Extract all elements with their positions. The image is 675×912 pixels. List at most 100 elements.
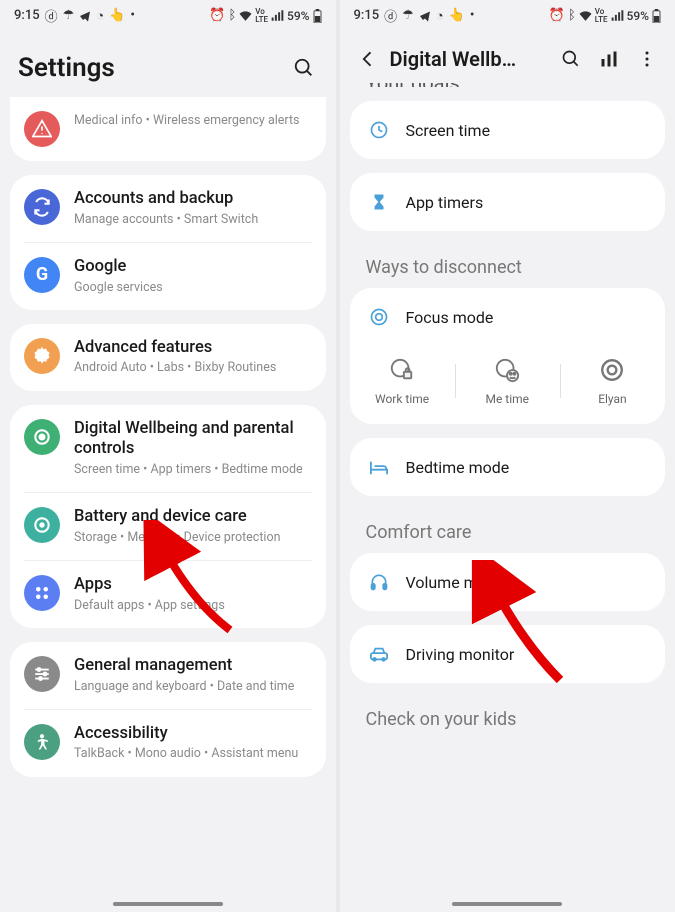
home-indicator[interactable] xyxy=(113,902,223,906)
clock-lock-icon xyxy=(388,356,416,384)
status-bar: 9:15 ⓓ ☂ ◔ 👆 • ⏰ ᛒ VoLTE 59% xyxy=(340,0,675,29)
battery-icon xyxy=(313,9,322,23)
focus-mode-options: Work time Me time Elyan xyxy=(350,346,666,424)
chart-button[interactable] xyxy=(595,45,623,73)
icon-umbrella: ☂ xyxy=(63,8,75,23)
focus-option[interactable]: Me time xyxy=(455,356,560,406)
row-subtitle: Storage • Memory • Device protection xyxy=(74,530,312,546)
icon-o: ◔ xyxy=(436,8,444,24)
wellbeing-row[interactable]: Focus mode xyxy=(350,288,666,346)
row-subtitle: Language and keyboard • Date and time xyxy=(74,679,312,695)
more-dot: • xyxy=(130,8,135,23)
row-title: General management xyxy=(74,656,312,677)
row-title: Digital Wellbeing and parental controls xyxy=(74,419,312,460)
wellbeing-row[interactable]: App timers xyxy=(350,173,666,231)
row-label: App timers xyxy=(406,193,484,212)
icon-d: ⓓ xyxy=(384,6,397,25)
section-header: Ways to disconnect xyxy=(350,245,666,288)
row-subtitle: Screen time • App timers • Bedtime mode xyxy=(74,462,312,478)
icon-d: ⓓ xyxy=(45,6,58,25)
settings-row[interactable]: Medical info • Wireless emergency alerts xyxy=(10,97,326,161)
bluetooth-icon: ᛒ xyxy=(228,8,236,23)
focus-option[interactable]: Elyan xyxy=(560,356,665,406)
google-icon: G xyxy=(24,257,60,293)
settings-row[interactable]: Advanced featuresAndroid Auto • Labs • B… xyxy=(10,324,326,391)
row-subtitle: Manage accounts • Smart Switch xyxy=(74,212,312,228)
wifi-icon xyxy=(239,11,252,21)
focus-option-label: Me time xyxy=(485,392,529,406)
more-dot: • xyxy=(470,8,475,23)
wellbeing-row[interactable]: Screen time xyxy=(350,101,666,159)
wellbeing-card: Focus mode Work time Me time Elyan xyxy=(350,288,666,424)
wellbeing-row[interactable]: Driving monitor xyxy=(350,625,666,683)
cut-header: Your goals xyxy=(350,83,666,87)
section-header: Check on your kids xyxy=(350,697,666,740)
thumb-icon: 👆 xyxy=(109,8,125,23)
row-label: Focus mode xyxy=(406,308,494,327)
icon-o: ◔ xyxy=(96,8,104,24)
settings-row[interactable]: Accounts and backup Manage accounts • Sma… xyxy=(10,175,326,242)
signal-icon xyxy=(611,10,624,21)
settings-row[interactable]: Digital Wellbeing and parental controls S… xyxy=(10,405,326,493)
wellbeing-row[interactable]: Bedtime mode xyxy=(350,438,666,496)
bed-icon xyxy=(368,456,390,478)
settings-list[interactable]: Medical info • Wireless emergency alerts… xyxy=(0,97,336,898)
row-title: Accessibility xyxy=(74,724,312,745)
battery-icon xyxy=(24,507,60,543)
headphones-icon xyxy=(368,571,390,593)
settings-row[interactable]: Battery and device care Storage • Memory … xyxy=(24,492,312,560)
clock: 9:15 xyxy=(354,8,380,23)
settings-group: Digital Wellbeing and parental controls S… xyxy=(10,405,326,628)
wellbeing-card: Screen time xyxy=(350,101,666,159)
row-subtitle: Medical info • Wireless emergency alerts xyxy=(74,113,312,129)
settings-row[interactable]: Apps Default apps • App settings xyxy=(24,560,312,628)
phone-right: 9:15 ⓓ ☂ ◔ 👆 • ⏰ ᛒ VoLTE 59% xyxy=(340,0,675,912)
wellbeing-card: Driving monitor xyxy=(350,625,666,683)
focus-option-label: Elyan xyxy=(598,392,626,406)
row-title: Accounts and backup xyxy=(74,189,312,210)
row-subtitle: Default apps • App settings xyxy=(74,598,312,614)
battery-pct: 59% xyxy=(287,9,309,23)
thumb-icon: 👆 xyxy=(449,8,465,23)
wellbeing-row[interactable]: Volume monitor xyxy=(350,553,666,611)
wellbeing-list[interactable]: Your goals Screen time App timers Ways to … xyxy=(340,83,675,898)
settings-group: Advanced featuresAndroid Auto • Labs • B… xyxy=(10,324,326,391)
page-title: Settings xyxy=(18,53,280,83)
settings-row[interactable]: AccessibilityTalkBack • Mono audio • Ass… xyxy=(24,709,312,777)
header: Settings xyxy=(0,29,336,97)
clock-icon xyxy=(368,119,390,141)
sliders-icon xyxy=(24,656,60,692)
wellbeing-card: Volume monitor xyxy=(350,553,666,611)
access-icon xyxy=(24,724,60,760)
search-button[interactable] xyxy=(557,45,585,73)
row-title: Battery and device care xyxy=(74,507,312,528)
row-label: Screen time xyxy=(406,121,491,140)
hourglass-icon xyxy=(368,191,390,213)
clock: 9:15 xyxy=(14,8,40,23)
home-indicator[interactable] xyxy=(452,902,562,906)
row-title: Apps xyxy=(74,575,312,596)
settings-group: Medical info • Wireless emergency alerts xyxy=(10,97,326,161)
alarm-icon: ⏰ xyxy=(549,8,565,23)
settings-row[interactable]: G Google Google services xyxy=(24,242,312,310)
battery-pct: 59% xyxy=(627,9,649,23)
back-button[interactable] xyxy=(354,45,382,73)
search-button[interactable] xyxy=(290,54,318,82)
battery-icon xyxy=(652,9,661,23)
row-subtitle: TalkBack • Mono audio • Assistant menu xyxy=(74,746,312,762)
target-icon xyxy=(368,306,390,328)
more-button[interactable] xyxy=(633,45,661,73)
row-title: Advanced features xyxy=(74,338,312,359)
row-subtitle: Android Auto • Labs • Bixby Routines xyxy=(74,360,312,376)
focus-option[interactable]: Work time xyxy=(350,356,455,406)
row-title: Google xyxy=(74,257,312,278)
car-icon xyxy=(368,643,390,665)
section-header: Comfort care xyxy=(350,510,666,553)
phone-left: 9:15 ⓓ ☂ ◔ 👆 • ⏰ ᛒ VoLTE 59% xyxy=(0,0,336,912)
row-label: Driving monitor xyxy=(406,645,515,664)
volte-label: VoLTE xyxy=(595,8,608,24)
row-subtitle: Google services xyxy=(74,280,312,296)
target2-icon xyxy=(598,356,626,384)
settings-row[interactable]: General management Language and keyboard … xyxy=(10,642,326,709)
apps-icon xyxy=(24,575,60,611)
